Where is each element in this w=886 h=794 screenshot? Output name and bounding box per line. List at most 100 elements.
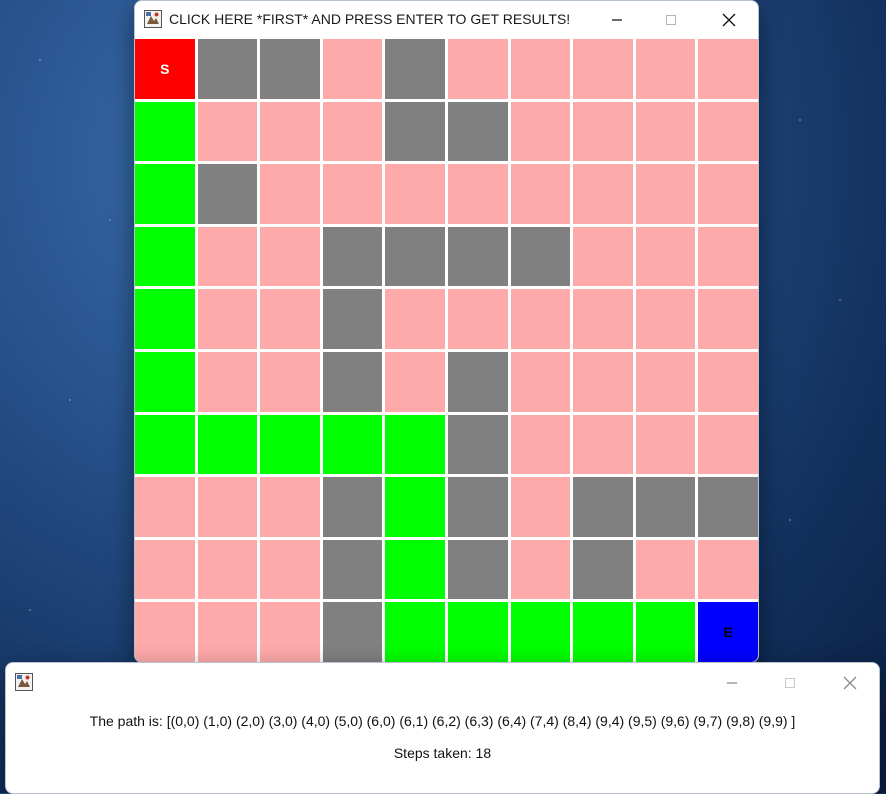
- open-cell[interactable]: [698, 351, 758, 412]
- path-cell[interactable]: [573, 602, 633, 662]
- open-cell[interactable]: [385, 351, 445, 412]
- open-cell[interactable]: [135, 602, 195, 662]
- open-cell[interactable]: [447, 39, 508, 99]
- wall-cell[interactable]: [510, 226, 571, 287]
- wall-cell[interactable]: [322, 351, 383, 412]
- minimize-button[interactable]: [709, 663, 755, 703]
- result-window[interactable]: The path is: [(0,0) (1,0) (2,0) (3,0) (4…: [5, 662, 880, 794]
- wall-cell[interactable]: [322, 289, 383, 349]
- open-cell[interactable]: [635, 164, 696, 224]
- open-cell[interactable]: [385, 289, 445, 349]
- open-cell[interactable]: [698, 226, 758, 287]
- open-cell[interactable]: [260, 477, 320, 537]
- path-cell[interactable]: [197, 414, 258, 475]
- open-cell[interactable]: [510, 101, 571, 162]
- path-cell[interactable]: [135, 226, 195, 287]
- open-cell[interactable]: [322, 101, 383, 162]
- open-cell[interactable]: [635, 101, 696, 162]
- wall-cell[interactable]: [322, 539, 383, 600]
- open-cell[interactable]: [698, 539, 758, 600]
- path-cell[interactable]: [447, 602, 508, 662]
- wall-cell[interactable]: [573, 477, 633, 537]
- open-cell[interactable]: [322, 164, 383, 224]
- open-cell[interactable]: [510, 164, 571, 224]
- wall-cell[interactable]: [322, 477, 383, 537]
- maze-grid[interactable]: SE: [135, 39, 758, 662]
- open-cell[interactable]: [698, 39, 758, 99]
- path-cell[interactable]: [135, 351, 195, 412]
- open-cell[interactable]: [197, 101, 258, 162]
- open-cell[interactable]: [510, 39, 571, 99]
- open-cell[interactable]: [197, 226, 258, 287]
- open-cell[interactable]: [635, 226, 696, 287]
- open-cell[interactable]: [135, 477, 195, 537]
- open-cell[interactable]: [197, 539, 258, 600]
- open-cell[interactable]: [573, 39, 633, 99]
- path-cell[interactable]: [385, 477, 445, 537]
- open-cell[interactable]: [573, 289, 633, 349]
- wall-cell[interactable]: [197, 39, 258, 99]
- end-cell[interactable]: E: [698, 602, 758, 662]
- path-cell[interactable]: [385, 414, 445, 475]
- path-cell[interactable]: [135, 101, 195, 162]
- wall-cell[interactable]: [635, 477, 696, 537]
- wall-cell[interactable]: [447, 101, 508, 162]
- open-cell[interactable]: [698, 414, 758, 475]
- wall-cell[interactable]: [573, 539, 633, 600]
- wall-cell[interactable]: [447, 226, 508, 287]
- wall-cell[interactable]: [385, 101, 445, 162]
- path-cell[interactable]: [635, 602, 696, 662]
- wall-cell[interactable]: [197, 164, 258, 224]
- open-cell[interactable]: [698, 164, 758, 224]
- open-cell[interactable]: [197, 289, 258, 349]
- path-cell[interactable]: [385, 539, 445, 600]
- path-cell[interactable]: [322, 414, 383, 475]
- open-cell[interactable]: [510, 539, 571, 600]
- open-cell[interactable]: [260, 101, 320, 162]
- open-cell[interactable]: [573, 101, 633, 162]
- open-cell[interactable]: [197, 477, 258, 537]
- maximize-button[interactable]: [767, 663, 813, 703]
- path-cell[interactable]: [385, 602, 445, 662]
- open-cell[interactable]: [197, 351, 258, 412]
- result-window-titlebar[interactable]: [6, 663, 879, 703]
- wall-cell[interactable]: [385, 226, 445, 287]
- open-cell[interactable]: [698, 289, 758, 349]
- path-cell[interactable]: [135, 414, 195, 475]
- open-cell[interactable]: [573, 414, 633, 475]
- open-cell[interactable]: [573, 164, 633, 224]
- open-cell[interactable]: [260, 351, 320, 412]
- path-cell[interactable]: [135, 164, 195, 224]
- start-cell[interactable]: S: [135, 39, 195, 99]
- open-cell[interactable]: [447, 164, 508, 224]
- open-cell[interactable]: [135, 539, 195, 600]
- wall-cell[interactable]: [447, 539, 508, 600]
- open-cell[interactable]: [573, 226, 633, 287]
- wall-cell[interactable]: [698, 477, 758, 537]
- close-button[interactable]: [706, 1, 752, 39]
- open-cell[interactable]: [385, 164, 445, 224]
- minimize-button[interactable]: [594, 1, 640, 39]
- wall-cell[interactable]: [447, 477, 508, 537]
- open-cell[interactable]: [635, 289, 696, 349]
- open-cell[interactable]: [260, 226, 320, 287]
- wall-cell[interactable]: [260, 39, 320, 99]
- maze-window-titlebar[interactable]: CLICK HERE *FIRST* AND PRESS ENTER TO GE…: [135, 1, 758, 39]
- wall-cell[interactable]: [322, 602, 383, 662]
- open-cell[interactable]: [447, 289, 508, 349]
- open-cell[interactable]: [635, 39, 696, 99]
- open-cell[interactable]: [635, 539, 696, 600]
- open-cell[interactable]: [635, 351, 696, 412]
- open-cell[interactable]: [635, 414, 696, 475]
- open-cell[interactable]: [260, 539, 320, 600]
- open-cell[interactable]: [510, 477, 571, 537]
- path-cell[interactable]: [260, 414, 320, 475]
- maze-window[interactable]: CLICK HERE *FIRST* AND PRESS ENTER TO GE…: [134, 0, 759, 663]
- open-cell[interactable]: [573, 351, 633, 412]
- open-cell[interactable]: [322, 39, 383, 99]
- wall-cell[interactable]: [322, 226, 383, 287]
- maximize-button[interactable]: [648, 1, 694, 39]
- wall-cell[interactable]: [447, 414, 508, 475]
- path-cell[interactable]: [510, 602, 571, 662]
- wall-cell[interactable]: [385, 39, 445, 99]
